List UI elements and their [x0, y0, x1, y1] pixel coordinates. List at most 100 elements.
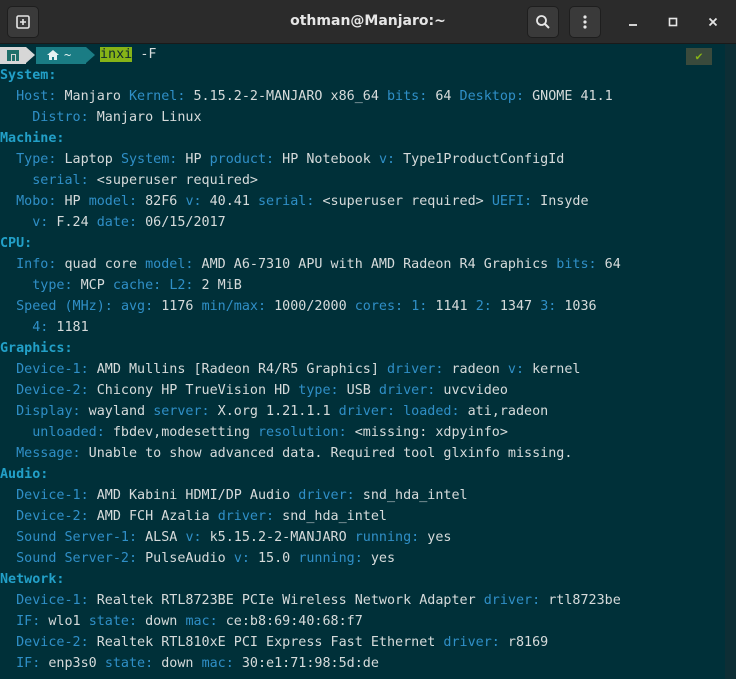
prompt-os-segment: [0, 47, 26, 64]
command-line: inxi -F: [100, 44, 156, 65]
output-key: min/max:: [201, 299, 267, 314]
output-key: v:: [0, 215, 49, 230]
output-line: Speed (MHz): avg: 1176 min/max: 1000/200…: [0, 296, 725, 317]
output-value: 40.41: [201, 194, 258, 209]
command-name: inxi: [100, 47, 133, 62]
menu-button[interactable]: [569, 6, 601, 38]
output-value: AMD FCH Azalia: [88, 509, 218, 524]
output-value: radeon: [443, 362, 508, 377]
output-line: IF: wlo1 state: down mac: ce:b8:69:40:68…: [0, 611, 725, 632]
output-line: Machine:: [0, 128, 725, 149]
output-value: Realtek RTL8723BE PCIe Wireless Network …: [88, 593, 484, 608]
output-line: Network:: [0, 569, 725, 590]
close-button[interactable]: [703, 12, 723, 32]
prompt-home-segment: ~: [36, 47, 86, 64]
maximize-button[interactable]: [663, 12, 683, 32]
output-key: mac:: [201, 656, 234, 671]
output-value: F.24: [48, 215, 97, 230]
output-value: wlo1: [40, 614, 89, 629]
output-value: r8169: [499, 635, 549, 650]
output-value: MCP: [72, 278, 113, 293]
output-key: cores:: [354, 299, 404, 314]
output-line: Device-2: Chicony HP TrueVision HD type:…: [0, 380, 725, 401]
output-value: Chicony HP TrueVision HD: [88, 383, 299, 398]
search-button[interactable]: [527, 6, 559, 38]
prompt-separator: [86, 47, 95, 63]
output-value: quad core: [56, 257, 146, 272]
output-key: type:: [298, 383, 339, 398]
output-value: [113, 299, 121, 314]
output-line: unloaded: fbdev,modesetting resolution: …: [0, 422, 725, 443]
output-key: driver:: [298, 488, 355, 503]
output-value: 64: [427, 89, 460, 104]
output-key: driver:: [386, 362, 444, 377]
output-line: Device-1: Realtek RTL8723BE PCIe Wireles…: [0, 590, 725, 611]
output-key: serial:: [0, 173, 89, 188]
output-value: enp3s0: [40, 656, 105, 671]
output-value: yes: [362, 551, 396, 566]
output-key: IF:: [0, 614, 41, 629]
output-line: Device-1: AMD Kabini HDMI/DP Audio drive…: [0, 485, 725, 506]
output-key: driver:: [443, 635, 500, 650]
new-tab-icon: [16, 15, 30, 29]
output-line: Device-2: Realtek RTL810xE PCI Express F…: [0, 632, 725, 653]
output-value: Manjaro Linux: [88, 110, 202, 125]
output-key: avg:: [120, 299, 154, 314]
output-key: 2:: [475, 299, 492, 314]
output-key: Sound Server-1:: [0, 530, 138, 545]
new-tab-button[interactable]: [7, 6, 39, 38]
prompt-directory: ~: [64, 48, 72, 62]
output-key: running:: [298, 551, 363, 566]
header-bar: othman@Manjaro:~: [0, 0, 736, 44]
output-section: Graphics:: [0, 341, 73, 356]
output-value: Realtek RTL810xE PCI Express Fast Ethern…: [88, 635, 444, 650]
output-line: Device-1: AMD Mullins [Radeon R4/R5 Grap…: [0, 359, 725, 380]
output-line: v: F.24 date: 06/15/2017: [0, 212, 725, 233]
output-value: 1036: [556, 299, 597, 314]
output-key: Kernel:: [129, 89, 186, 104]
output-key: serial:: [258, 194, 315, 209]
output-key: Speed (MHz):: [0, 299, 113, 314]
output-key: Message:: [0, 446, 81, 461]
output-value: 82F6: [137, 194, 186, 209]
terminal-window: othman@Manjaro:~ ~ inxi -F ✔ System: Hos…: [0, 0, 736, 679]
command-args: -F: [140, 47, 157, 62]
output-key: Distro:: [0, 110, 89, 125]
output-value: HP: [56, 194, 89, 209]
output-key: state:: [104, 656, 154, 671]
exit-status-ok: ✔: [686, 48, 712, 65]
output-key: Device-1:: [0, 362, 89, 377]
output-value: ce:b8:69:40:68:f7: [217, 614, 363, 629]
close-icon: [708, 17, 718, 27]
output-line: Distro: Manjaro Linux: [0, 107, 725, 128]
output-value: 15.0: [249, 551, 299, 566]
output-key: Sound Server-2:: [0, 551, 138, 566]
output-value: uvcvideo: [435, 383, 508, 398]
terminal-output[interactable]: ~ inxi -F ✔ System: Host: Manjaro Kernel…: [0, 44, 725, 679]
output-key: L2:: [169, 278, 194, 293]
check-icon: ✔: [695, 49, 703, 63]
output-key: 4:: [0, 320, 49, 335]
minimize-button[interactable]: [623, 12, 643, 32]
manjaro-logo-icon: [7, 50, 19, 61]
scrollbar[interactable]: [725, 44, 736, 679]
output-value: Manjaro: [56, 89, 129, 104]
output-value: rtl8723be: [540, 593, 621, 608]
output-line: Mobo: HP model: 82F6 v: 40.41 serial: <s…: [0, 191, 725, 212]
output-key: v:: [185, 530, 202, 545]
output-value: Type1ProductConfigId: [395, 152, 565, 167]
output-value: GNOME 41.1: [524, 89, 613, 104]
output-key: cache:: [112, 278, 162, 293]
output-line: serial: <superuser required>: [0, 170, 725, 191]
output-value: <superuser required>: [88, 173, 258, 188]
output-key: date:: [96, 215, 138, 230]
output-key: running:: [354, 530, 420, 545]
output-section: Audio:: [0, 467, 49, 482]
output-key: System:: [120, 152, 178, 167]
output-line: type: MCP cache: L2: 2 MiB: [0, 275, 725, 296]
output-line: Device-2: AMD FCH Azalia driver: snd_hda…: [0, 506, 725, 527]
output-key: v:: [378, 152, 396, 167]
output-value: ALSA: [137, 530, 186, 545]
output-line: 4: 1181: [0, 317, 725, 338]
output-value: 30:e1:71:98:5d:de: [233, 656, 379, 671]
